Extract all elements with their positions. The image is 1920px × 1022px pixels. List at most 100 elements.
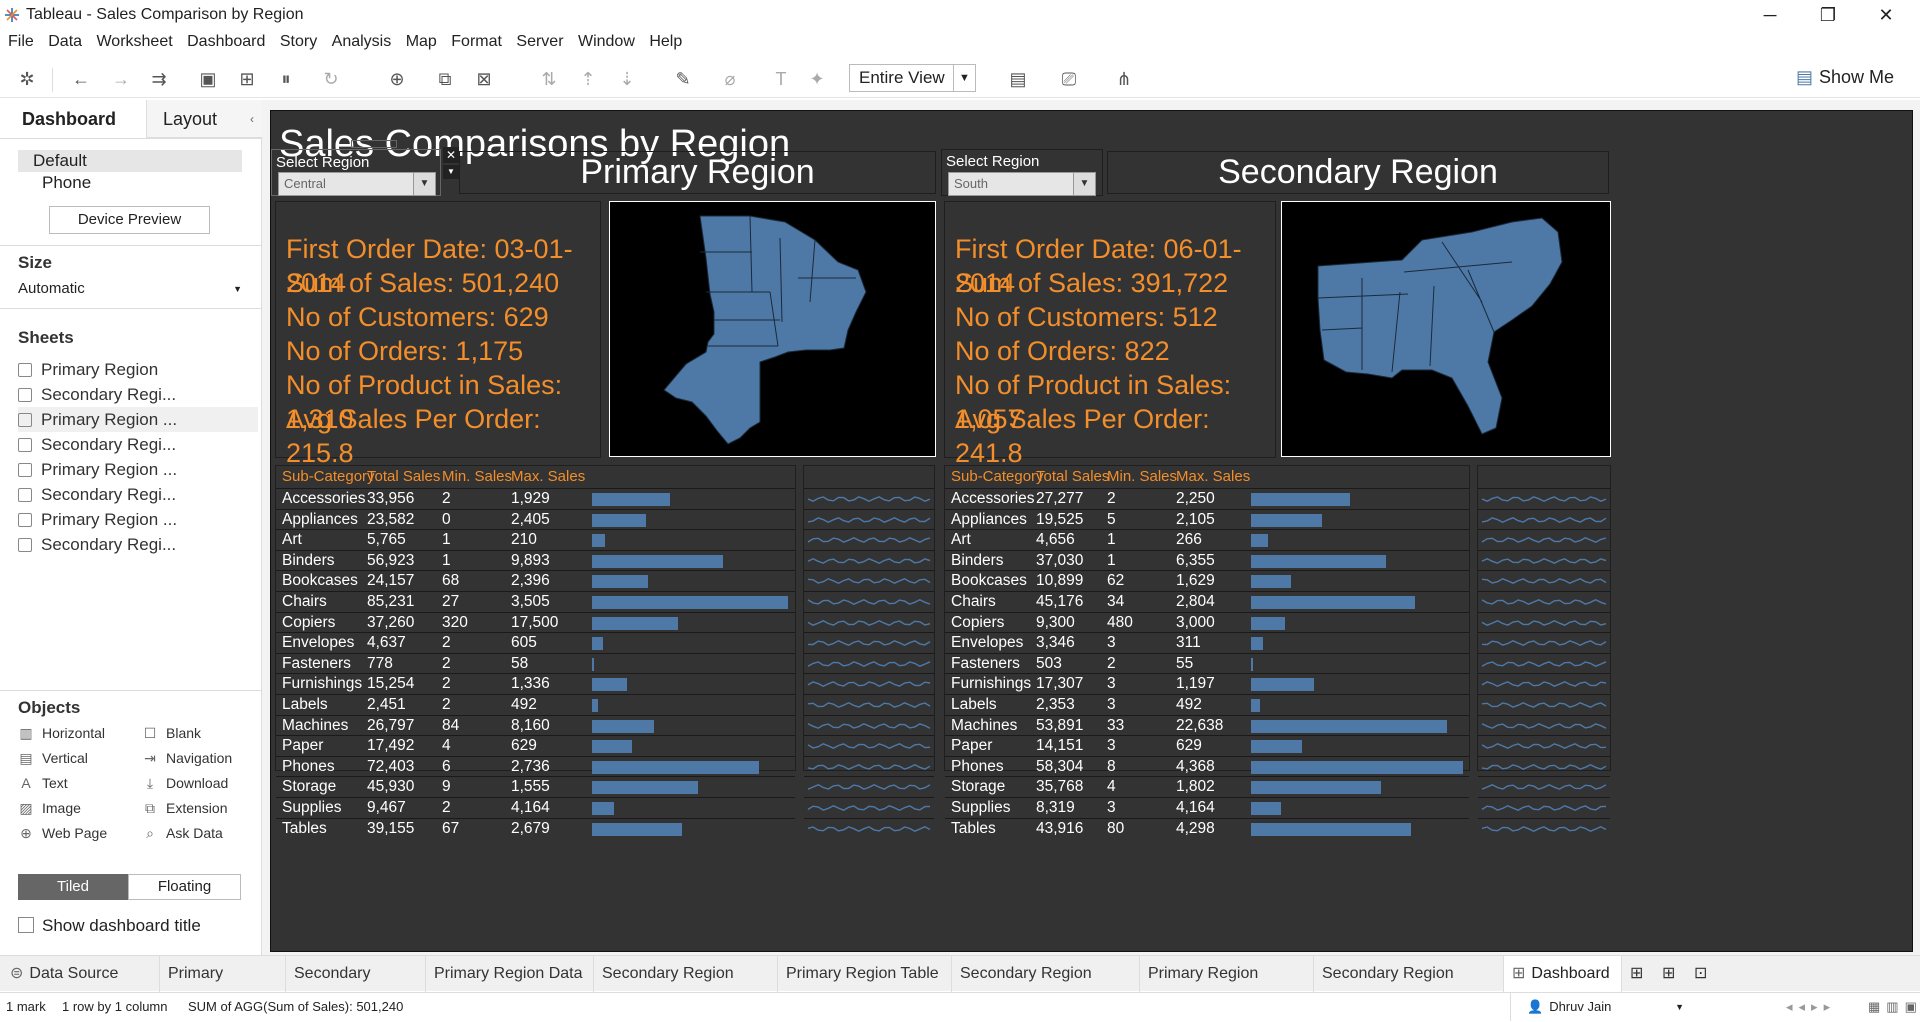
new-dashboard-tab-icon[interactable]: ⊞ — [1654, 956, 1686, 992]
sales-sparkline[interactable] — [1478, 673, 1610, 694]
object-web-page[interactable]: ⊕ Web Page — [18, 824, 107, 842]
sheet-item[interactable]: Primary Region — [18, 357, 258, 382]
device-default[interactable]: Default — [18, 150, 242, 172]
sales-bar[interactable] — [592, 616, 678, 630]
refresh-icon[interactable]: ↻ — [320, 68, 342, 90]
tab-secondary-region-table[interactable]: Secondary Region Table — [952, 956, 1140, 1018]
fit-view-select[interactable]: Entire View ▼ — [849, 64, 976, 92]
secondary-region-map[interactable] — [1281, 201, 1611, 457]
sales-sparkline[interactable] — [1478, 694, 1610, 715]
sales-bar[interactable] — [592, 493, 671, 506]
menu-dashboard[interactable]: Dashboard — [187, 30, 265, 54]
user-menu[interactable]: 👤 Dhruv Jain ▼ — [1510, 993, 1690, 1021]
object-text[interactable]: A Text — [18, 774, 67, 792]
sales-bar[interactable] — [1251, 781, 1382, 795]
sales-bar[interactable] — [592, 760, 759, 774]
table-row[interactable]: Appliances 23,582 0 2,405 — [276, 508, 795, 530]
sales-sparkline[interactable] — [804, 797, 934, 818]
sales-sparkline[interactable] — [804, 776, 934, 797]
sales-sparkline[interactable] — [804, 570, 934, 591]
show-cards-icon[interactable]: ▤ — [1007, 68, 1029, 90]
sales-sparkline[interactable] — [1478, 817, 1610, 839]
clear-sheet-icon[interactable]: ⊠ — [473, 68, 495, 90]
sales-sparkline[interactable] — [804, 817, 934, 839]
sales-sparkline[interactable] — [804, 529, 934, 550]
sales-sparkline[interactable] — [1478, 652, 1610, 674]
tab-primary-region-graph[interactable]: Primary Region Graph — [1140, 956, 1314, 1018]
tab-secondary-region-graph[interactable]: Secondary Region Graph — [1314, 956, 1504, 1018]
sales-bar[interactable] — [592, 534, 606, 548]
sales-bar[interactable] — [592, 802, 614, 815]
table-row[interactable]: Binders 37,030 1 6,355 — [945, 549, 1469, 571]
sales-bar[interactable] — [1251, 513, 1322, 527]
table-row[interactable]: Paper 14,151 3 629 — [945, 735, 1469, 756]
more-options-icon[interactable]: ▼ — [443, 165, 459, 179]
table-row[interactable]: Furnishings 17,307 3 1,197 — [945, 673, 1469, 694]
minimize-button[interactable]: ─ — [1750, 2, 1790, 28]
menu-map[interactable]: Map — [406, 30, 437, 54]
sales-bar[interactable] — [592, 554, 723, 568]
floating-toggle[interactable]: Floating — [128, 874, 241, 900]
table-row[interactable]: Bookcases 24,157 68 2,396 — [276, 570, 795, 591]
sales-bar[interactable] — [1251, 802, 1282, 815]
sales-bar[interactable] — [1251, 657, 1253, 671]
share-icon[interactable]: ⋔ — [1113, 68, 1135, 90]
sales-bar[interactable] — [1251, 678, 1314, 692]
sales-sparkline[interactable] — [804, 694, 934, 715]
table-row[interactable]: Paper 17,492 4 629 — [276, 735, 795, 756]
new-data-source-icon[interactable]: ⊞ — [236, 68, 258, 90]
collapse-icon[interactable]: ‹ — [250, 100, 254, 138]
table-row[interactable]: Tables 39,155 67 2,679 — [276, 817, 795, 839]
table-row[interactable]: Storage 45,930 9 1,555 — [276, 776, 795, 797]
sales-bar[interactable] — [1251, 575, 1291, 589]
table-row[interactable]: Art 4,656 1 266 — [945, 529, 1469, 550]
sales-sparkline[interactable] — [1478, 611, 1610, 633]
sales-sparkline[interactable] — [804, 632, 934, 653]
tab-data-source[interactable]: ⊜ Data Source — [2, 956, 160, 992]
table-row[interactable]: Accessories 27,277 2 2,250 — [945, 488, 1469, 509]
sales-bar[interactable] — [592, 678, 628, 692]
sales-bar[interactable] — [1251, 719, 1447, 733]
tab-primary-region[interactable]: Primary Region — [160, 956, 286, 1018]
table-row[interactable]: Envelopes 4,637 2 605 — [276, 632, 795, 653]
sheet-item[interactable]: Primary Region ... — [18, 457, 258, 482]
sales-sparkline[interactable] — [1478, 755, 1610, 777]
table-row[interactable]: Envelopes 3,346 3 311 — [945, 632, 1469, 653]
menu-window[interactable]: Window — [578, 30, 635, 54]
table-row[interactable]: Bookcases 10,899 62 1,629 — [945, 570, 1469, 591]
sales-bar[interactable] — [592, 822, 683, 836]
sales-sparkline[interactable] — [1478, 591, 1610, 612]
table-row[interactable]: Chairs 85,231 27 3,505 — [276, 591, 795, 612]
sales-bar[interactable] — [1251, 596, 1416, 609]
table-row[interactable]: Phones 72,403 6 2,736 — [276, 755, 795, 777]
view-mode-icons[interactable]: ▦▥▣ — [1868, 993, 1920, 1021]
sales-sparkline[interactable] — [804, 611, 934, 633]
table-row[interactable]: Machines 26,797 84 8,160 — [276, 714, 795, 736]
sheet-item[interactable]: Primary Region ... — [18, 407, 258, 432]
menu-format[interactable]: Format — [451, 30, 502, 54]
pause-updates-icon[interactable]: ⏸ — [275, 68, 297, 90]
sales-bar[interactable] — [1251, 822, 1411, 836]
sales-sparkline[interactable] — [804, 508, 934, 530]
sales-bar[interactable] — [592, 575, 648, 589]
tab-dashboard[interactable]: ⊞ Dashboard — [1504, 956, 1622, 992]
sheet-item[interactable]: Secondary Regi... — [18, 382, 258, 407]
swap-icon[interactable]: ⇅ — [538, 68, 560, 90]
sheet-item[interactable]: Primary Region ... — [18, 507, 258, 532]
show-me-button[interactable]: ▤ Show Me — [1796, 67, 1894, 88]
table-row[interactable]: Supplies 9,467 2 4,164 — [276, 797, 795, 818]
table-row[interactable]: Art 5,765 1 210 — [276, 529, 795, 550]
device-phone[interactable]: Phone — [42, 172, 91, 194]
sales-bar[interactable] — [592, 513, 647, 527]
save-icon[interactable]: ▣ — [197, 68, 219, 90]
sales-sparkline[interactable] — [1478, 714, 1610, 736]
sales-sparkline[interactable] — [1478, 529, 1610, 550]
table-row[interactable]: Machines 53,891 33 22,638 — [945, 714, 1469, 736]
replay-icon[interactable]: ⇉ — [148, 68, 170, 90]
menu-worksheet[interactable]: Worksheet — [96, 30, 172, 54]
show-title-option[interactable]: Show dashboard title — [18, 916, 201, 936]
sales-sparkline[interactable] — [804, 652, 934, 674]
presentation-mode-icon[interactable]: ⎚ — [1058, 68, 1080, 90]
table-row[interactable]: Appliances 19,525 5 2,105 — [945, 508, 1469, 530]
tab-secondary-region[interactable]: Secondary Region — [286, 956, 426, 1018]
